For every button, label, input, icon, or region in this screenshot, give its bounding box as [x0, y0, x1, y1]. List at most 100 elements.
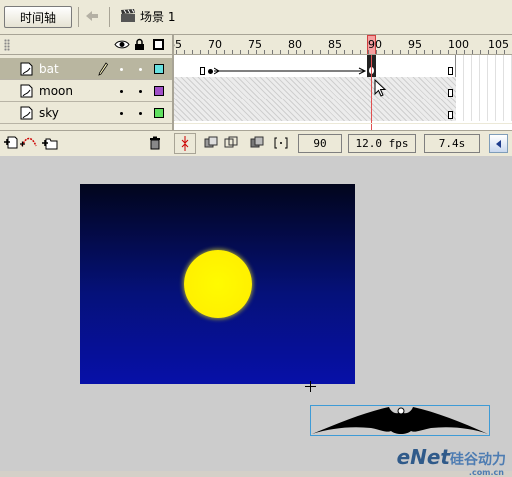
playhead-line: [371, 55, 372, 123]
eye-icon[interactable]: [114, 39, 130, 50]
moon-shape[interactable]: [184, 250, 252, 318]
bat-symbol-selection[interactable]: [310, 405, 490, 436]
outline-color-swatch[interactable]: [154, 64, 164, 74]
panel-grip[interactable]: [4, 39, 10, 51]
timeline-status-bar: 90 12.0 fps 7.4s: [0, 130, 512, 156]
chevron-left-icon: [495, 139, 501, 148]
ruler-tick: [368, 50, 369, 54]
frame-row-bat[interactable]: [174, 55, 512, 77]
outline-color-swatch[interactable]: [154, 108, 164, 118]
layer-page-icon: [20, 84, 33, 98]
ruler-label: 85: [328, 38, 342, 51]
ruler-tick: [248, 50, 249, 54]
add-motion-guide-icon[interactable]: [20, 136, 38, 150]
ruler-tick: [392, 50, 393, 54]
layer-header: [0, 35, 172, 55]
modify-onion-markers-icon[interactable]: [274, 136, 288, 150]
onion-skin-outlines-icon[interactable]: [224, 136, 238, 150]
ruler-tick: [424, 50, 425, 54]
center-frame-button[interactable]: [174, 133, 196, 154]
ruler-tick: [232, 50, 233, 54]
visibility-dot[interactable]: [120, 90, 123, 93]
insert-layer-icon[interactable]: [4, 136, 18, 150]
lock-dot[interactable]: [139, 68, 142, 71]
outline-color-swatch[interactable]: [154, 86, 164, 96]
elapsed-time-field[interactable]: 7.4s: [424, 134, 480, 153]
layer-row-bat[interactable]: bat: [0, 58, 172, 80]
end-frame[interactable]: [448, 111, 453, 119]
pencil-icon: [98, 62, 108, 76]
back-arrow-icon[interactable]: [84, 8, 100, 24]
layer-row-sky[interactable]: sky: [0, 102, 172, 124]
ruler-tick: [488, 50, 489, 54]
ruler-tick: [312, 50, 313, 54]
visibility-dot[interactable]: [120, 112, 123, 115]
ruler-tick: [304, 50, 305, 54]
keyframe[interactable]: [208, 69, 213, 74]
watermark: eNet硅谷动力 .com.cn: [396, 445, 506, 477]
divider: [109, 7, 110, 27]
ruler-tick: [496, 50, 497, 54]
ruler-tick: [432, 50, 433, 54]
ruler-tick: [320, 50, 321, 54]
ruler-tick: [336, 50, 337, 54]
scene-label[interactable]: 场景 1: [140, 8, 175, 25]
ruler-tick: [352, 50, 353, 54]
lock-icon[interactable]: [134, 38, 145, 51]
frame-ruler[interactable]: 65707580859095100105: [174, 35, 512, 55]
ruler-label: 80: [288, 38, 302, 51]
insert-folder-icon[interactable]: [42, 136, 58, 150]
timeline-panel: 65707580859095100105 bat moon sky: [0, 35, 512, 156]
crosshair-cursor-icon: [305, 381, 316, 392]
ruler-tick: [224, 50, 225, 54]
keyframe[interactable]: [200, 67, 205, 75]
ruler-tick: [288, 50, 289, 54]
current-frame-field[interactable]: 90: [298, 134, 342, 153]
ruler-tick: [480, 50, 481, 54]
scroll-left-button[interactable]: [489, 134, 508, 153]
ruler-tick: [400, 50, 401, 54]
timeline-toggle-button[interactable]: 时间轴: [4, 6, 72, 28]
ruler-tick: [416, 50, 417, 54]
watermark-brand: eNet: [396, 445, 450, 469]
end-frame[interactable]: [448, 89, 453, 97]
ruler-tick: [448, 50, 449, 54]
ruler-tick: [208, 50, 209, 54]
ruler-tick: [456, 50, 457, 54]
lock-dot[interactable]: [139, 90, 142, 93]
lock-dot[interactable]: [139, 112, 142, 115]
delete-layer-icon[interactable]: [149, 136, 161, 150]
onion-skin-icon[interactable]: [204, 136, 218, 150]
frame-rate-field[interactable]: 12.0 fps: [348, 134, 416, 153]
layer-page-icon: [20, 106, 33, 120]
layer-name[interactable]: sky: [39, 106, 59, 120]
visibility-dot[interactable]: [120, 68, 123, 71]
mouse-cursor-icon: [374, 79, 387, 97]
frames-grid[interactable]: [174, 55, 512, 123]
ruler-tick: [472, 50, 473, 54]
stage[interactable]: [80, 184, 355, 384]
layer-row-moon[interactable]: moon: [0, 80, 172, 102]
ruler-tick: [344, 50, 345, 54]
layer-page-icon: [20, 62, 33, 76]
ruler-tick: [440, 50, 441, 54]
frame-row-moon[interactable]: [174, 77, 512, 99]
ruler-tick: [240, 50, 241, 54]
ruler-tick: [256, 50, 257, 54]
ruler-label: 70: [208, 38, 222, 51]
ruler-tick: [280, 50, 281, 54]
ruler-tick: [200, 50, 201, 54]
layer-name[interactable]: moon: [39, 84, 73, 98]
ruler-tick: [360, 50, 361, 54]
ruler-tick: [328, 50, 329, 54]
frame-row-sky[interactable]: [174, 99, 512, 121]
ruler-tick: [384, 50, 385, 54]
edit-multiple-frames-icon[interactable]: [250, 136, 264, 150]
ruler-tick: [408, 50, 409, 54]
outline-icon[interactable]: [153, 39, 164, 50]
ruler-label: 100: [448, 38, 469, 51]
end-frame[interactable]: [448, 67, 453, 75]
ruler-tick: [184, 50, 185, 54]
ruler-label: 90: [368, 38, 382, 51]
layer-name[interactable]: bat: [39, 62, 59, 76]
